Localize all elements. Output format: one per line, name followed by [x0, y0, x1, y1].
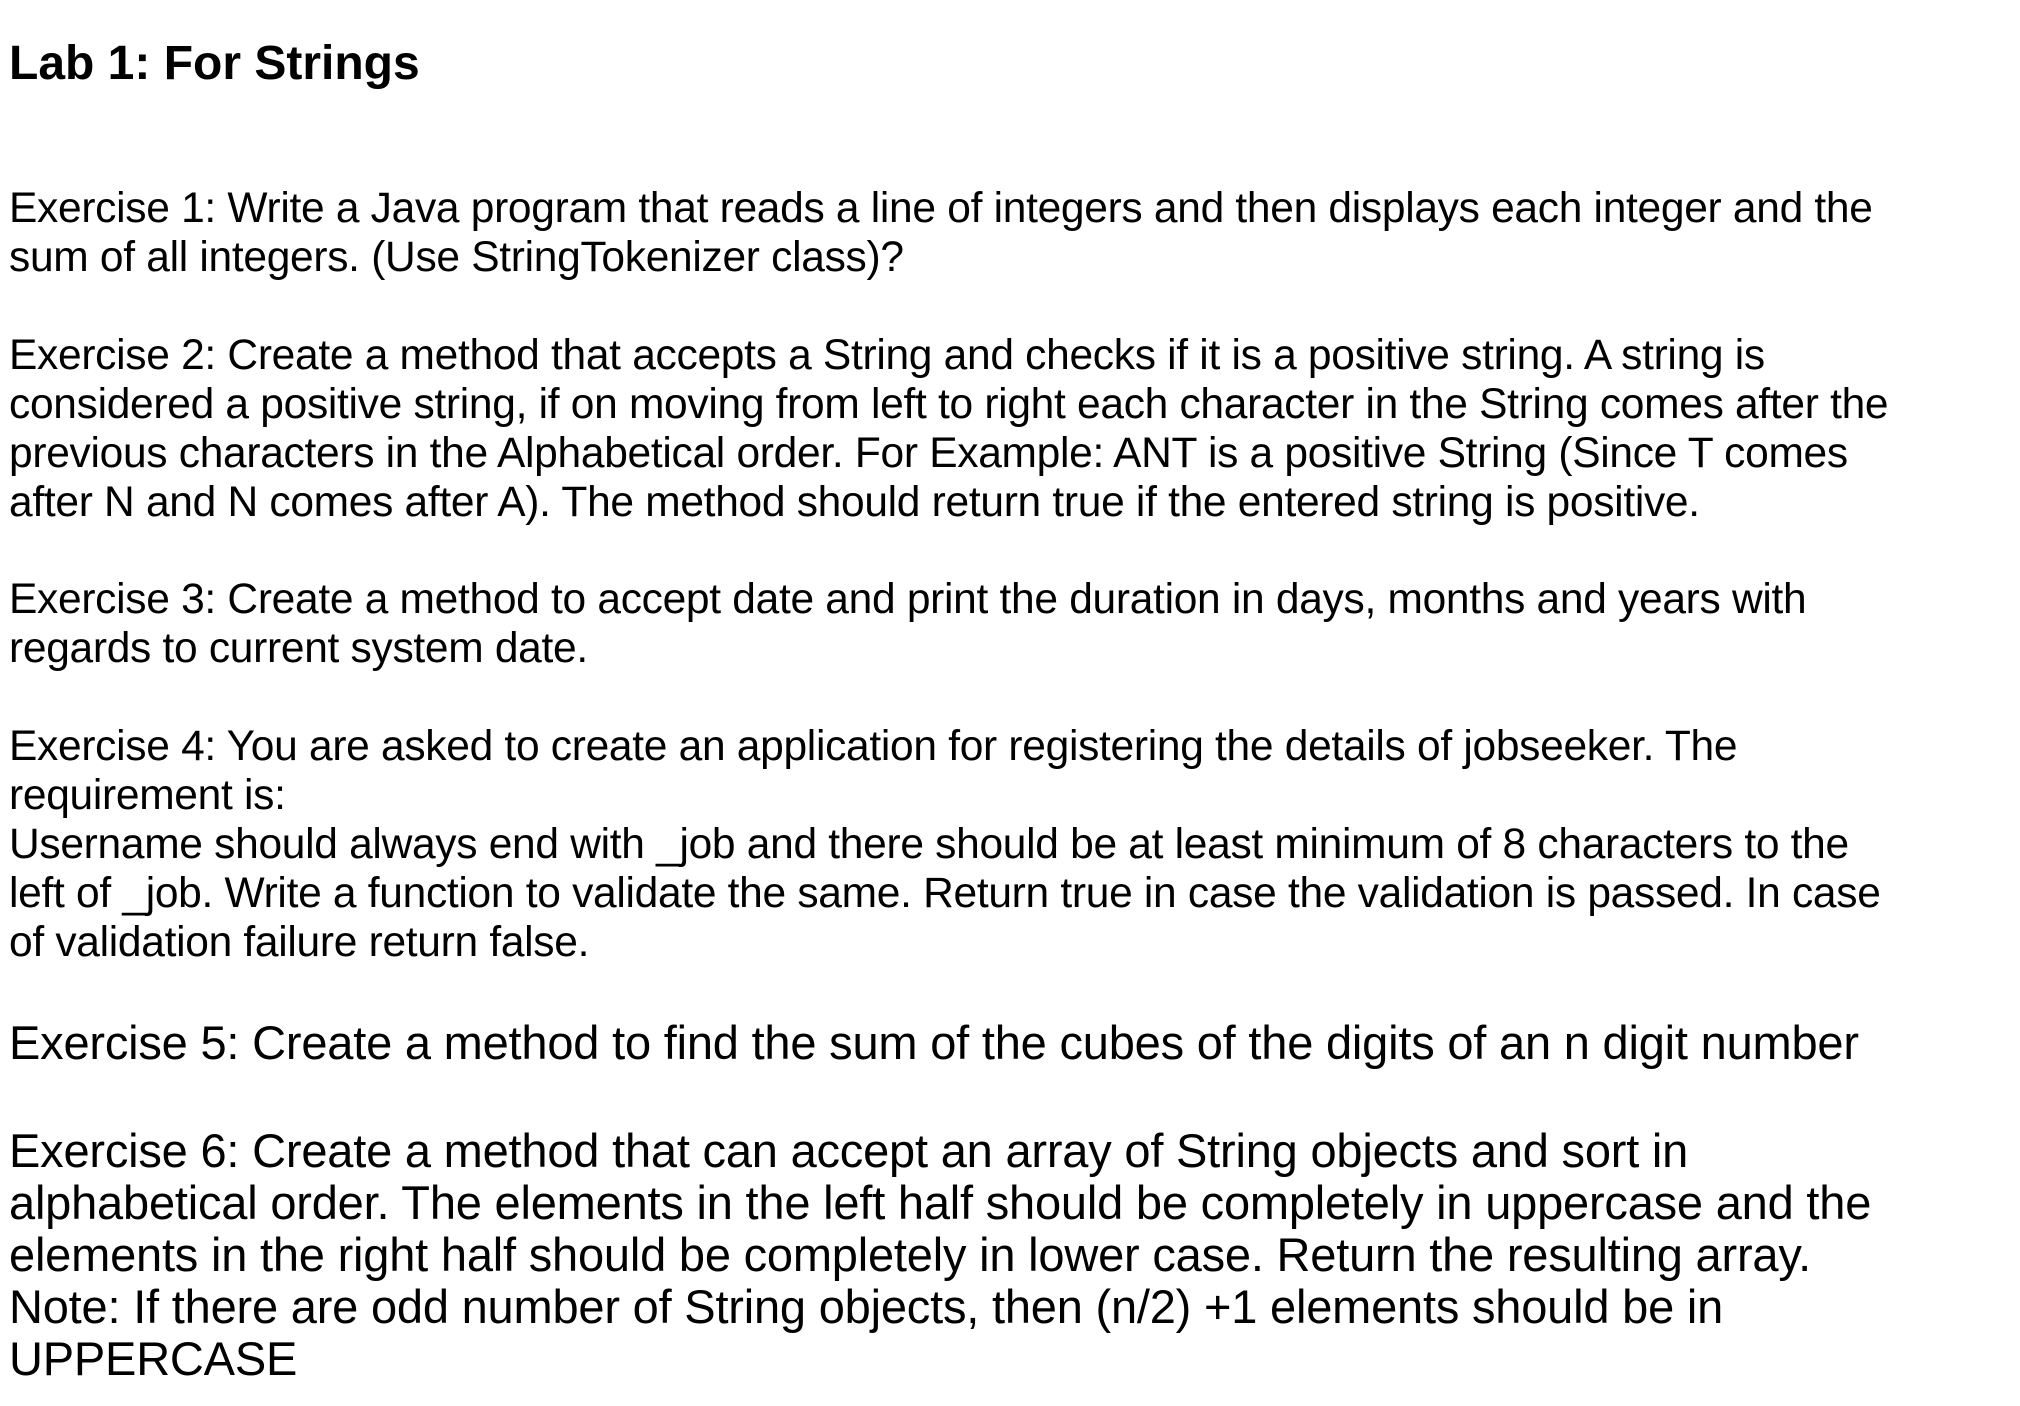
exercise-4-line: Exercise 4: You are asked to create an a… — [9, 723, 1738, 770]
exercise-4-line: left of _job. Write a function to valida… — [9, 870, 1881, 917]
exercise-1-line: sum of all integers. (Use StringTokenize… — [9, 234, 904, 281]
exercise-5: Exercise 5: Create a method to find the … — [9, 1017, 1859, 1069]
exercise-3-line: regards to current system date. — [9, 625, 588, 672]
exercise-4: Exercise 4: You are asked to create an a… — [9, 722, 1881, 967]
exercise-3-line: Exercise 3: Create a method to accept da… — [9, 576, 1807, 623]
exercise-1: Exercise 1: Write a Java program that re… — [9, 184, 1873, 282]
exercise-6: Exercise 6: Create a method that can acc… — [9, 1125, 1871, 1385]
exercise-6-line: UPPERCASE — [9, 1332, 298, 1385]
exercise-4-line: requirement is: — [9, 772, 286, 819]
exercise-2-line: considered a positive string, if on movi… — [9, 381, 1889, 428]
exercise-2-line: after N and N comes after A). The method… — [9, 479, 1700, 526]
exercise-3: Exercise 3: Create a method to accept da… — [9, 575, 1807, 673]
exercise-2-line: previous characters in the Alphabetical … — [9, 430, 1848, 477]
page-title: Lab 1: For Strings — [9, 37, 420, 90]
exercise-2-line: Exercise 2: Create a method that accepts… — [9, 332, 1765, 379]
exercise-6-line: Note: If there are odd number of String … — [9, 1280, 1724, 1333]
exercise-6-line: Exercise 6: Create a method that can acc… — [9, 1124, 1689, 1177]
exercise-4-line: of validation failure return false. — [9, 919, 590, 966]
exercise-2: Exercise 2: Create a method that accepts… — [9, 331, 1889, 527]
exercise-4-line: Username should always end with _job and… — [9, 821, 1849, 868]
document-page: Lab 1: For Strings Exercise 1: Write a J… — [9, 0, 2014, 1406]
exercise-5-line: Exercise 5: Create a method to find the … — [9, 1016, 1859, 1069]
exercise-6-line: elements in the right half should be com… — [9, 1228, 1812, 1281]
exercise-6-line: alphabetical order. The elements in the … — [9, 1176, 1872, 1229]
exercise-1-line: Exercise 1: Write a Java program that re… — [9, 185, 1873, 232]
